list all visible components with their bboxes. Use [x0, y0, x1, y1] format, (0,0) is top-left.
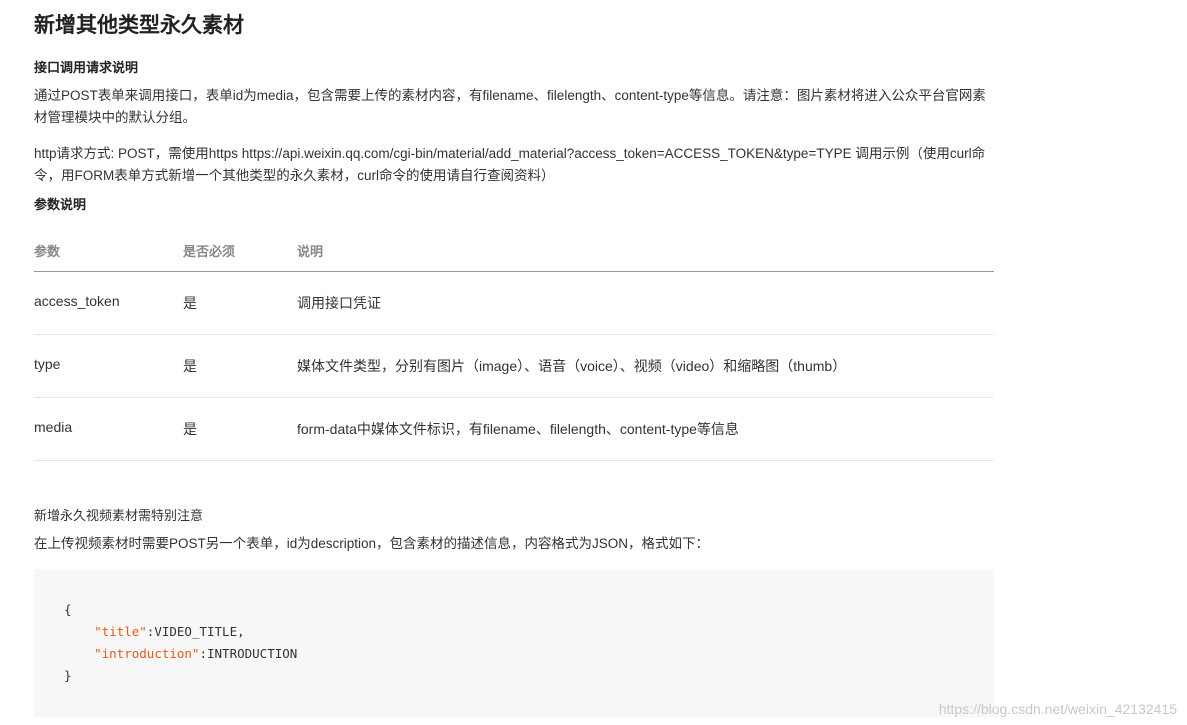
param-description: form-data中媒体文件标识，有filename、filelength、co…: [297, 421, 739, 437]
interface-description: 通过POST表单来调用接口，表单id为media，包含需要上传的素材内容，有fi…: [34, 88, 986, 125]
column-header-description: 说明: [297, 244, 324, 259]
json-value-introduction: :INTRODUCTION: [199, 646, 298, 661]
json-key-introduction: "introduction": [94, 646, 200, 661]
video-note-heading: 新增永久视频素材需特别注意: [34, 508, 204, 523]
watermark: https://blog.csdn.net/weixin_42132415: [938, 701, 1177, 717]
document-page: 新增其他类型永久素材 接口调用请求说明 通过POST表单来调用接口，表单id为m…: [0, 0, 1187, 725]
code-content: { "title":VIDEO_TITLE, "introduction":IN…: [64, 599, 297, 687]
code-block[interactable]: { "title":VIDEO_TITLE, "introduction":IN…: [34, 569, 994, 717]
json-key-title: "title": [94, 624, 147, 639]
param-name: access_token: [34, 293, 120, 309]
table-row: access_token 是 调用接口凭证: [34, 272, 994, 335]
http-method-text: http请求方式: POST，需使用https https://api.weix…: [34, 146, 986, 183]
column-header-param: 参数: [34, 244, 61, 259]
param-required: 是: [183, 295, 197, 311]
column-header-required: 是否必须: [183, 244, 236, 259]
params-table: 参数 是否必须 说明 access_token 是 调用接口凭证 type 是 …: [34, 232, 994, 461]
table-row: media 是 form-data中媒体文件标识，有filename、filel…: [34, 398, 994, 461]
param-description: 调用接口凭证: [297, 295, 381, 311]
table-header-row: 参数 是否必须 说明: [34, 232, 994, 272]
json-value-title: :VIDEO_TITLE,: [146, 624, 245, 639]
code-brace-open: {: [64, 602, 72, 617]
param-required: 是: [183, 421, 197, 437]
video-description: 在上传视频素材时需要POST另一个表单，id为description，包含素材的…: [34, 536, 710, 551]
section-heading-params: 参数说明: [34, 197, 87, 212]
code-brace-close: }: [64, 668, 72, 683]
param-required: 是: [183, 358, 197, 374]
param-name: type: [34, 356, 61, 372]
param-name: media: [34, 419, 73, 435]
param-description: 媒体文件类型，分别有图片（image）、语音（voice）、视频（video）和…: [297, 358, 847, 374]
section-heading-interface: 接口调用请求说明: [34, 60, 139, 75]
page-title: 新增其他类型永久素材: [34, 14, 244, 37]
table-row: type 是 媒体文件类型，分别有图片（image）、语音（voice）、视频（…: [34, 335, 994, 398]
